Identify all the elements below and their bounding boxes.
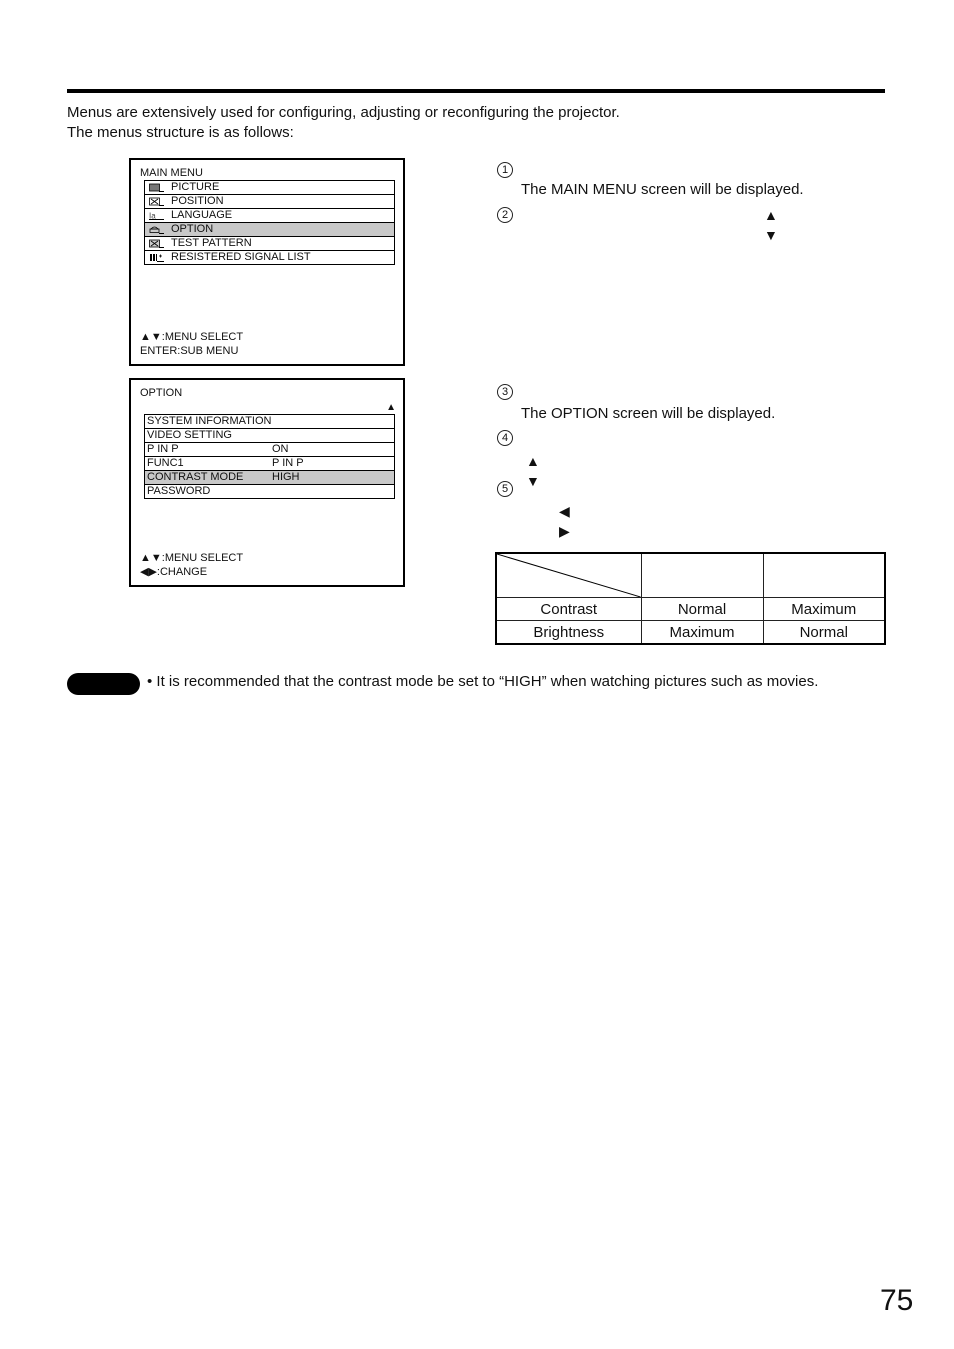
svg-text:Ia: Ia (149, 212, 156, 221)
option-menu-screen: OPTION ▲ SYSTEM INFORMATION VIDEO SETTIN… (129, 378, 405, 587)
option-label: CONTRAST MODE (147, 471, 244, 483)
table-row: Contrast Normal Maximum (495, 597, 886, 621)
option-menu-list: SYSTEM INFORMATION VIDEO SETTING P IN P … (144, 414, 395, 499)
option-item-p-in-p[interactable]: P IN P ON (145, 443, 394, 457)
option-icon (149, 225, 164, 234)
option-value: HIGH (272, 471, 300, 483)
option-item-system-information[interactable]: SYSTEM INFORMATION (145, 415, 394, 429)
option-item-password[interactable]: PASSWORD (145, 485, 394, 498)
main-menu-screen: MAIN MENU PICTURE POSITION Ia LANGUAGE O… (129, 158, 405, 366)
step-number: 2 (497, 207, 513, 224)
menu-item-label: PICTURE (171, 181, 220, 193)
menu-item-registered-signal-list[interactable]: RESISTERED SIGNAL LIST (145, 251, 394, 264)
menu-item-test-pattern[interactable]: TEST PATTERN (145, 237, 394, 251)
option-value: ON (272, 443, 289, 455)
table-cell: Normal (762, 620, 886, 645)
menu-item-label: RESISTERED SIGNAL LIST (171, 251, 311, 263)
up-down-arrows-icon: ▲ ▼ (764, 207, 778, 243)
option-label: VIDEO SETTING (147, 429, 232, 441)
step-5: 5 ◀ ▶ (497, 479, 570, 539)
intro-line-2: The menus structure is as follows: (67, 124, 294, 141)
option-label: PASSWORD (147, 485, 211, 497)
contrast-mode-table: Contrast Normal Maximum Brightness Maxim… (495, 552, 886, 645)
menu-item-picture[interactable]: PICTURE (145, 181, 394, 195)
step-number: 1 (497, 162, 513, 179)
footer-change: ◀▶:CHANGE (140, 566, 208, 578)
option-menu-footer: ▲▼:MENU SELECT ◀▶:CHANGE (140, 551, 243, 579)
step-number: 3 (497, 384, 513, 401)
test-pattern-icon (149, 239, 164, 248)
menu-item-label: LANGUAGE (171, 209, 233, 221)
section-rule (67, 89, 885, 93)
step-1: 1 The MAIN MENU screen will be displayed… (497, 160, 804, 198)
footer-menu-select: ▲▼:MENU SELECT (140, 552, 244, 564)
option-label: P IN P (147, 443, 179, 455)
step-3: 3 The OPTION screen will be displayed. (497, 382, 775, 422)
option-label: SYSTEM INFORMATION (147, 415, 272, 427)
table-header-cell (640, 552, 764, 598)
footer-menu-select: ▲▼:MENU SELECT (140, 331, 244, 343)
page-number: 75 (880, 1284, 914, 1317)
main-menu-footer: ▲▼:MENU SELECT ENTER:SUB MENU (140, 330, 243, 358)
picture-icon (149, 183, 164, 192)
option-item-video-setting[interactable]: VIDEO SETTING (145, 429, 394, 443)
step-text: The OPTION screen will be displayed. (521, 405, 776, 422)
option-label: FUNC1 (147, 457, 184, 469)
menu-item-position[interactable]: POSITION (145, 195, 394, 209)
menu-item-label: TEST PATTERN (171, 237, 252, 249)
step-4: 4 ▲ ▼ (497, 428, 540, 489)
main-menu-list: PICTURE POSITION Ia LANGUAGE OPTION TEST… (144, 180, 395, 265)
intro-paragraph: Menus are extensively used for configuri… (67, 103, 620, 143)
table-cell: Maximum (762, 597, 886, 621)
step-number: 5 (497, 481, 513, 498)
menu-item-language[interactable]: Ia LANGUAGE (145, 209, 394, 223)
footer-enter-sub-menu: ENTER:SUB MENU (140, 345, 239, 357)
diagonal-divider (497, 554, 641, 597)
table-corner-cell (495, 552, 642, 598)
table-cell: Maximum (640, 620, 764, 645)
step-2: 2 ▲ ▼ (497, 205, 778, 243)
table-header-row (495, 552, 886, 598)
table-row: Brightness Maximum Normal (495, 620, 886, 645)
step-text: The MAIN MENU screen will be displayed. (521, 181, 804, 198)
table-cell: Normal (640, 597, 764, 621)
language-icon: Ia (149, 211, 164, 220)
position-icon (149, 197, 164, 206)
table-header-cell (762, 552, 886, 598)
table-cell: Contrast (495, 597, 642, 621)
option-item-contrast-mode[interactable]: CONTRAST MODE HIGH (145, 471, 394, 485)
option-value: P IN P (272, 457, 304, 469)
main-menu-title: MAIN MENU (140, 167, 203, 179)
option-item-func1[interactable]: FUNC1 P IN P (145, 457, 394, 471)
step-number: 4 (497, 430, 513, 447)
note-badge (67, 673, 140, 695)
left-right-arrows-icon: ◀ ▶ (559, 503, 570, 539)
menu-item-label: OPTION (171, 223, 214, 235)
up-down-arrows-icon: ▲ ▼ (526, 453, 540, 489)
intro-line-1: Menus are extensively used for configuri… (67, 104, 620, 121)
menu-item-option[interactable]: OPTION (145, 223, 394, 237)
menu-item-label: POSITION (171, 195, 224, 207)
signal-list-icon (149, 253, 164, 262)
option-menu-title: OPTION (140, 387, 183, 399)
note-text: • It is recommended that the contrast mo… (147, 673, 819, 690)
scroll-up-indicator-icon: ▲ (386, 402, 396, 413)
table-cell: Brightness (495, 620, 642, 645)
